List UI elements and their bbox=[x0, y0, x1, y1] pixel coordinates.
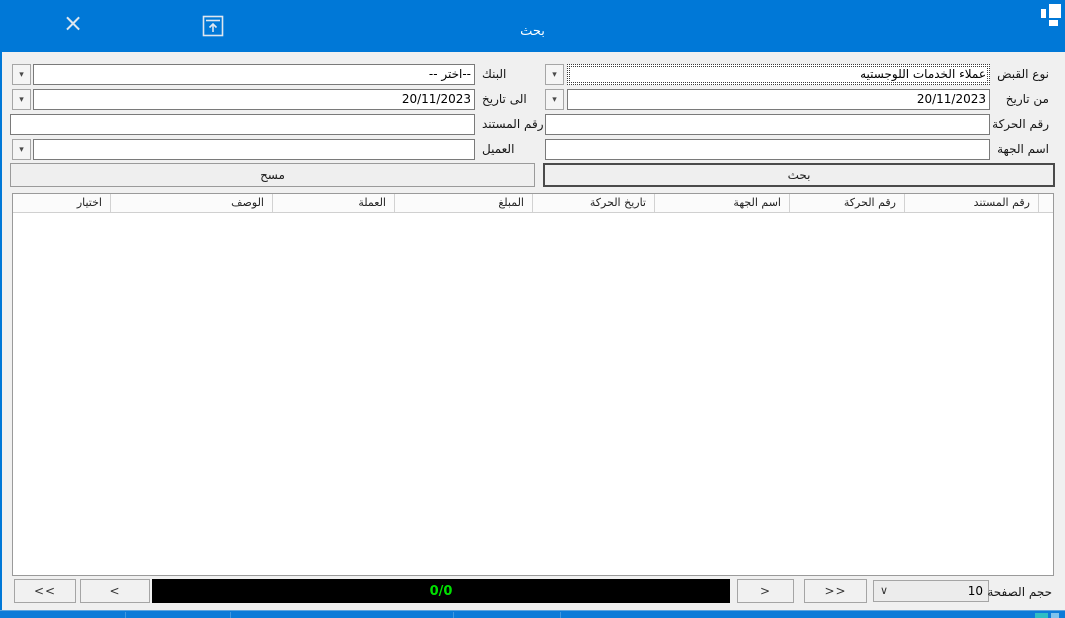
from-date-dropdown-arrow-icon[interactable]: ▾ bbox=[545, 89, 564, 110]
entity-name-input[interactable] bbox=[545, 139, 990, 160]
to-date-dropdown-arrow-icon[interactable]: ▾ bbox=[12, 89, 31, 110]
previous-page-button[interactable]: < bbox=[80, 579, 150, 603]
window-left-border bbox=[0, 0, 2, 618]
from-date-label: من تاريخ bbox=[1006, 92, 1049, 106]
taskbar-accent bbox=[1035, 613, 1048, 618]
results-table-header: رقم المستند رقم الحركة اسم الجهة تاريخ ا… bbox=[13, 194, 1053, 213]
receipt-type-label: نوع القبض bbox=[997, 67, 1049, 81]
next-page-button[interactable]: > bbox=[737, 579, 794, 603]
column-header-select[interactable]: اختيار bbox=[13, 194, 110, 212]
client-combobox[interactable] bbox=[33, 139, 475, 160]
column-header-transaction-number[interactable]: رقم الحركة bbox=[789, 194, 904, 212]
bank-combobox[interactable]: --اختر -- bbox=[33, 64, 475, 85]
entity-name-label: اسم الجهة bbox=[997, 142, 1049, 156]
page-size-label: حجم الصفحة bbox=[987, 585, 1052, 599]
taskbar-accent-2 bbox=[1051, 613, 1059, 618]
transaction-number-label: رقم الحركة bbox=[992, 117, 1049, 131]
column-header-document-number[interactable]: رقم المستند bbox=[904, 194, 1038, 212]
taskbar-strip bbox=[0, 610, 1065, 618]
to-date-field[interactable]: 20/11/2023 bbox=[33, 89, 475, 110]
page-counter: 0/0 bbox=[152, 579, 730, 603]
transaction-number-input[interactable] bbox=[545, 114, 990, 135]
page-size-combobox[interactable]: ∨ 10 bbox=[873, 580, 989, 602]
document-number-input[interactable] bbox=[10, 114, 475, 135]
bank-label: البنك bbox=[482, 67, 506, 81]
search-dialog-window: × بحث نوع القبض عملاء الخدمات اللوجستيه … bbox=[0, 0, 1065, 618]
client-dropdown-arrow-icon[interactable]: ▾ bbox=[12, 139, 31, 160]
receipt-type-dropdown-arrow-icon[interactable]: ▾ bbox=[545, 64, 564, 85]
document-number-label: رقم المستند bbox=[482, 117, 544, 131]
column-header-transaction-date[interactable]: تاريخ الحركة bbox=[532, 194, 654, 212]
column-header-currency[interactable]: العملة bbox=[272, 194, 394, 212]
receipt-type-combobox[interactable]: عملاء الخدمات اللوجستيه bbox=[567, 64, 990, 85]
title-bar: × بحث bbox=[0, 0, 1065, 52]
to-date-label: الى تاريخ bbox=[482, 92, 527, 106]
column-header-entity-name[interactable]: اسم الجهة bbox=[654, 194, 789, 212]
results-table: رقم المستند رقم الحركة اسم الجهة تاريخ ا… bbox=[12, 193, 1054, 576]
app-logo-icon bbox=[1041, 4, 1061, 27]
row-indicator-column-header bbox=[1038, 194, 1053, 212]
last-page-button[interactable]: >> bbox=[804, 579, 867, 603]
window-title: بحث bbox=[0, 24, 1065, 39]
bank-dropdown-arrow-icon[interactable]: ▾ bbox=[12, 64, 31, 85]
clear-button[interactable]: مسح bbox=[10, 163, 535, 187]
client-label: العميل bbox=[482, 142, 514, 156]
column-header-description[interactable]: الوصف bbox=[110, 194, 272, 212]
chevron-down-icon: ∨ bbox=[880, 584, 888, 597]
from-date-field[interactable]: 20/11/2023 bbox=[567, 89, 990, 110]
first-page-button[interactable]: << bbox=[14, 579, 76, 603]
search-button[interactable]: بحث bbox=[543, 163, 1055, 187]
column-header-amount[interactable]: المبلغ bbox=[394, 194, 532, 212]
page-size-value: 10 bbox=[968, 584, 983, 598]
